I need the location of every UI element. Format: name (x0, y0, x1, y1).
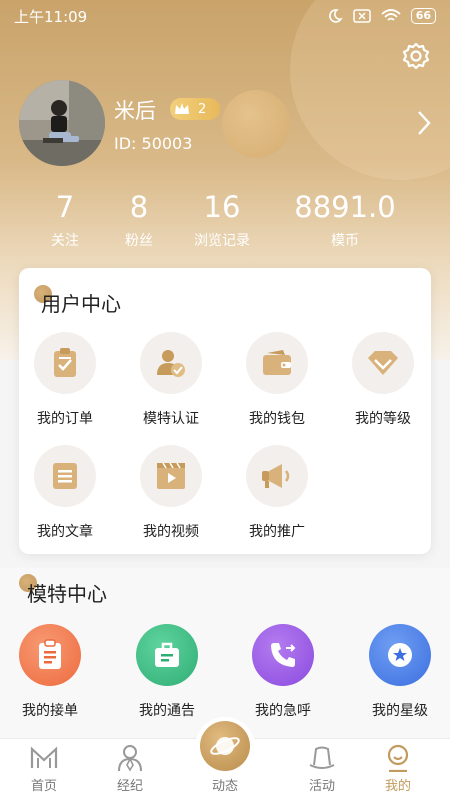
tab-home[interactable]: 首页 (9, 743, 79, 794)
order-clipboard-icon (34, 332, 96, 394)
menu-label: 我的钱包 (249, 411, 305, 427)
stat-label: 模币 (331, 233, 359, 249)
settings-button[interactable] (400, 40, 432, 72)
crown-icon (175, 103, 189, 114)
tab-mine[interactable]: 我的 (363, 743, 433, 794)
menu-label: 模特认证 (143, 411, 199, 427)
vip-level-badge[interactable]: 2 (170, 98, 220, 120)
moon-icon (328, 9, 343, 23)
menu-label: 我的急呼 (255, 703, 311, 719)
stat-coins[interactable]: 8891.0 模币 (290, 190, 400, 250)
username: 米后 (114, 99, 156, 123)
menu-label: 我的文章 (37, 524, 93, 540)
stat-label: 浏览记录 (194, 233, 250, 249)
decorative-planet (222, 90, 290, 158)
tab-label: 我的 (384, 779, 411, 794)
bottom-tab-bar: 首页 经纪 动态 活动 我的 (0, 717, 450, 800)
tab-label: 活动 (308, 779, 335, 794)
star-badge-icon (369, 624, 431, 686)
menu-label: 我的星级 (372, 703, 428, 719)
status-time: 上午11:09 (14, 7, 88, 26)
tab-agency[interactable]: 经纪 (95, 743, 165, 794)
menu-my-jobs[interactable]: 我的接单 (0, 624, 100, 720)
menu-my-announcements[interactable]: 我的通告 (117, 624, 217, 720)
menu-my-star-rating[interactable]: 我的星级 (350, 624, 450, 720)
stat-value: 16 (203, 190, 241, 224)
section-title: 模特中心 (27, 582, 107, 606)
smiley-user-icon (363, 743, 433, 773)
menu-label: 我的视频 (143, 524, 199, 540)
menu-label: 我的等级 (355, 411, 411, 427)
sim-x-icon (352, 9, 371, 23)
stat-value: 8891.0 (294, 190, 396, 224)
stat-following[interactable]: 7 关注 (40, 190, 90, 250)
menu-model-certification[interactable]: 模特认证 (125, 332, 217, 428)
menu-label: 我的通告 (139, 703, 195, 719)
avatar[interactable] (19, 80, 105, 166)
tab-label: 首页 (30, 779, 57, 794)
stat-value: 8 (129, 190, 149, 224)
wifi-icon (381, 9, 401, 21)
tab-activities[interactable]: 活动 (287, 743, 357, 794)
user-center-card: 用户中心 我的订单 模特认证 我的钱包 我的等级 我的文章 我的视频 我的推广 (19, 268, 431, 554)
menu-my-urgent-call[interactable]: 我的急呼 (233, 624, 333, 720)
menu-my-promotion[interactable]: 我的推广 (231, 445, 323, 541)
video-icon (140, 445, 202, 507)
menu-my-wallet[interactable]: 我的钱包 (231, 332, 323, 428)
hat-icon (287, 743, 357, 773)
menu-label: 我的订单 (37, 411, 93, 427)
menu-my-articles[interactable]: 我的文章 (19, 445, 111, 541)
tab-label: 动态 (211, 779, 238, 794)
menu-my-videos[interactable]: 我的视频 (125, 445, 217, 541)
wallet-icon (246, 332, 308, 394)
tab-feed[interactable]: 动态 (190, 743, 260, 794)
stat-fans[interactable]: 8 粉丝 (114, 190, 164, 250)
section-title: 用户中心 (41, 292, 121, 316)
status-bar: 上午11:09 66 (0, 0, 450, 32)
menu-my-level[interactable]: 我的等级 (337, 332, 429, 428)
home-m-icon (9, 743, 79, 773)
stat-label: 关注 (51, 233, 79, 249)
gear-icon (402, 42, 430, 70)
diamond-icon (352, 332, 414, 394)
agent-person-icon (95, 743, 165, 773)
vip-level-number: 2 (198, 101, 207, 117)
stat-value: 7 (55, 190, 75, 224)
stat-browse-history[interactable]: 16 浏览记录 (186, 190, 258, 250)
stat-label: 粉丝 (125, 233, 153, 249)
battery-indicator: 66 (410, 8, 436, 24)
certify-user-icon (140, 332, 202, 394)
tab-feed-spacer (190, 743, 260, 773)
menu-label: 我的接单 (22, 703, 78, 719)
chevron-right-icon (418, 111, 431, 135)
phone-call-icon (252, 624, 314, 686)
avatar-photo (19, 80, 105, 166)
user-id: ID: 50003 (114, 134, 193, 153)
menu-label: 我的推广 (249, 524, 305, 540)
profile-detail-arrow[interactable] (414, 108, 434, 138)
stats-row: 7 关注 8 粉丝 16 浏览记录 8891.0 模币 (0, 190, 450, 252)
briefcase-icon (136, 624, 198, 686)
clipboard-icon (19, 624, 81, 686)
status-icons: 66 (327, 8, 436, 24)
megaphone-icon (246, 445, 308, 507)
menu-my-orders[interactable]: 我的订单 (19, 332, 111, 428)
article-icon (34, 445, 96, 507)
tab-label: 经纪 (116, 779, 143, 794)
